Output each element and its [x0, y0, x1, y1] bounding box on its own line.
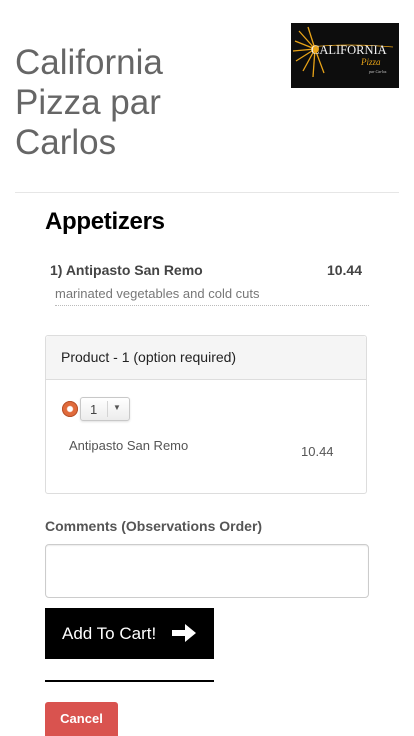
- quantity-value: 1: [90, 402, 98, 417]
- category-heading: Appetizers: [45, 208, 165, 235]
- button-divider: [45, 680, 214, 682]
- product-options-panel: Product - 1 (option required) 1 ▼ Antipa…: [45, 335, 367, 494]
- menu-item-description: marinated vegetables and cold cuts: [55, 286, 260, 301]
- cancel-button[interactable]: Cancel: [45, 702, 118, 736]
- chevron-down-icon: ▼: [113, 403, 121, 412]
- restaurant-title: California Pizza par Carlos: [15, 43, 163, 162]
- option-radio[interactable]: [62, 401, 78, 417]
- logo-sub: Pizza: [360, 57, 381, 67]
- add-to-cart-button[interactable]: Add To Cart!: [45, 608, 214, 659]
- select-separator: [107, 401, 108, 417]
- menu-item-price: 10.44: [326, 262, 362, 278]
- quantity-select[interactable]: 1 ▼: [80, 397, 130, 421]
- item-divider: [55, 305, 369, 306]
- sun-logo-icon: CALIFORNIA Pizza par Carlos: [292, 26, 394, 78]
- arrow-right-icon: [172, 624, 196, 642]
- comments-input[interactable]: [45, 544, 369, 598]
- menu-item-name: 1) Antipasto San Remo: [50, 262, 203, 278]
- restaurant-logo: CALIFORNIA Pizza par Carlos: [291, 23, 399, 88]
- add-to-cart-label: Add To Cart!: [62, 624, 157, 643]
- logo-word: CALIFORNIA: [311, 43, 387, 57]
- header-divider: [15, 192, 399, 193]
- comments-label: Comments (Observations Order): [45, 518, 263, 534]
- logo-tagline: par Carlos: [368, 69, 387, 74]
- option-name: Antipasto San Remo: [69, 438, 189, 453]
- option-price: 10.44: [301, 444, 334, 459]
- panel-heading: Product - 1 (option required): [46, 336, 366, 380]
